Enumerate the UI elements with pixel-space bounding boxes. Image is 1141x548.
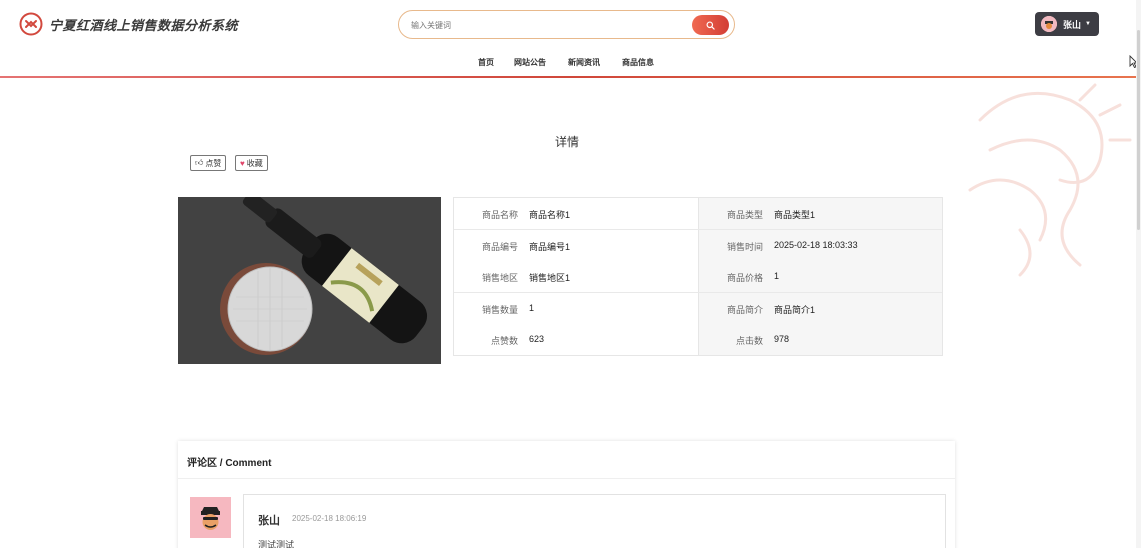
detail-cell: 商品价格 1 (698, 261, 942, 292)
detail-label: 销售数量 (481, 305, 518, 315)
detail-value: 623 (529, 334, 545, 344)
logo[interactable]: 宁夏红酒线上销售数据分析系统 (19, 12, 238, 36)
main-nav: 首页 网站公告 新闻资讯 商品信息 (0, 57, 1141, 69)
detail-row: 商品编号 商品编号1 销售时间 2025-02-18 18:03:33 (454, 230, 942, 262)
nav-item-news[interactable]: 新闻资讯 (568, 57, 600, 68)
detail-value: 1 (529, 303, 535, 313)
page-title: 详情 (554, 135, 579, 149)
detail-cell: 商品编号 商品编号1 (454, 230, 698, 261)
nav-item-announcements[interactable]: 网站公告 (514, 57, 546, 68)
avatar-icon (190, 497, 231, 538)
comment-text: 测试测试 (258, 540, 295, 548)
dragon-decoration (968, 83, 1132, 277)
collect-button[interactable]: ♥ 收藏 (235, 155, 268, 171)
nav-item-home[interactable]: 首页 (478, 57, 494, 68)
logo-icon (19, 12, 43, 36)
search-input[interactable] (411, 17, 681, 33)
comment-item: 张山 2025-02-18 18:06:19 测试测试 (243, 494, 946, 548)
detail-label: 商品名称 (481, 210, 518, 220)
comment-user: 张山 (258, 515, 280, 527)
detail-label: 销售地区 (481, 273, 518, 283)
detail-cell: 商品简介 商品简介1 (698, 293, 942, 324)
product-details: 商品名称 商品名称1 商品类型 商品类型1 商品编号 商品编号1 销售时间 20… (453, 197, 943, 356)
search-button[interactable] (692, 15, 729, 35)
detail-cell: 商品类型 商品类型1 (698, 198, 942, 229)
heart-icon: ♥ (240, 158, 245, 168)
detail-label: 点击数 (735, 336, 763, 346)
comment-time: 2025-02-18 18:06:19 (292, 514, 367, 523)
detail-row: 销售数量 1 商品简介 商品简介1 (454, 293, 942, 325)
detail-value: 商品名称1 (529, 210, 571, 220)
detail-label: 商品价格 (726, 273, 763, 283)
comments-section: 评论区 / Comment 张山 2025-02-18 18:06:19 测试测… (178, 441, 955, 548)
detail-cell: 销售时间 2025-02-18 18:03:33 (698, 230, 942, 261)
user-name: 张山 (1063, 19, 1082, 30)
detail-label: 点赞数 (490, 336, 518, 346)
comments-title: 评论区 / Comment (187, 458, 272, 469)
detail-value: 商品类型1 (774, 210, 816, 220)
search-bar (398, 10, 735, 39)
like-button[interactable]: 👍︎ 点赞 (190, 155, 227, 171)
detail-row: 点赞数 623 点击数 978 (454, 324, 942, 356)
detail-value: 销售地区1 (529, 273, 571, 283)
detail-value: 978 (774, 334, 790, 344)
divider (178, 478, 955, 479)
app-title: 宁夏红酒线上销售数据分析系统 (49, 17, 239, 33)
caret-down-icon: ▼ (1085, 21, 1091, 27)
header: 宁夏红酒线上销售数据分析系统 张山 ▼ 首页 网站公告 新闻资讯 商品信息 (0, 0, 1141, 78)
detail-value: 商品编号1 (529, 242, 571, 252)
detail-label: 商品类型 (726, 210, 763, 220)
detail-value: 1 (774, 271, 780, 281)
detail-cell: 销售地区 销售地区1 (454, 261, 698, 292)
detail-cell: 点赞数 623 (454, 324, 698, 355)
detail-row: 商品名称 商品名称1 商品类型 商品类型1 (454, 198, 942, 230)
detail-label: 商品编号 (481, 242, 518, 252)
nav-item-products[interactable]: 商品信息 (622, 57, 654, 68)
user-menu[interactable]: 张山 ▼ (1035, 12, 1099, 36)
collect-label: 收藏 (246, 158, 263, 168)
scrollbar[interactable] (1136, 0, 1141, 548)
detail-value: 2025-02-18 18:03:33 (774, 240, 858, 250)
detail-cell: 点击数 978 (698, 324, 942, 355)
commenter-avatar (190, 497, 231, 538)
like-label: 点赞 (205, 158, 222, 168)
avatar-icon (1041, 16, 1057, 32)
detail-value: 商品简介1 (774, 305, 816, 315)
detail-label: 商品简介 (726, 305, 763, 315)
search-icon (706, 20, 715, 30)
detail-cell: 销售数量 1 (454, 293, 698, 324)
header-divider (0, 76, 1141, 78)
detail-label: 销售时间 (726, 242, 763, 252)
product-image (178, 197, 441, 364)
detail-cell: 商品名称 商品名称1 (454, 198, 698, 229)
scrollbar-thumb[interactable] (1137, 30, 1140, 230)
detail-row: 销售地区 销售地区1 商品价格 1 (454, 261, 942, 293)
thumb-up-icon: 👍︎ (195, 158, 204, 167)
